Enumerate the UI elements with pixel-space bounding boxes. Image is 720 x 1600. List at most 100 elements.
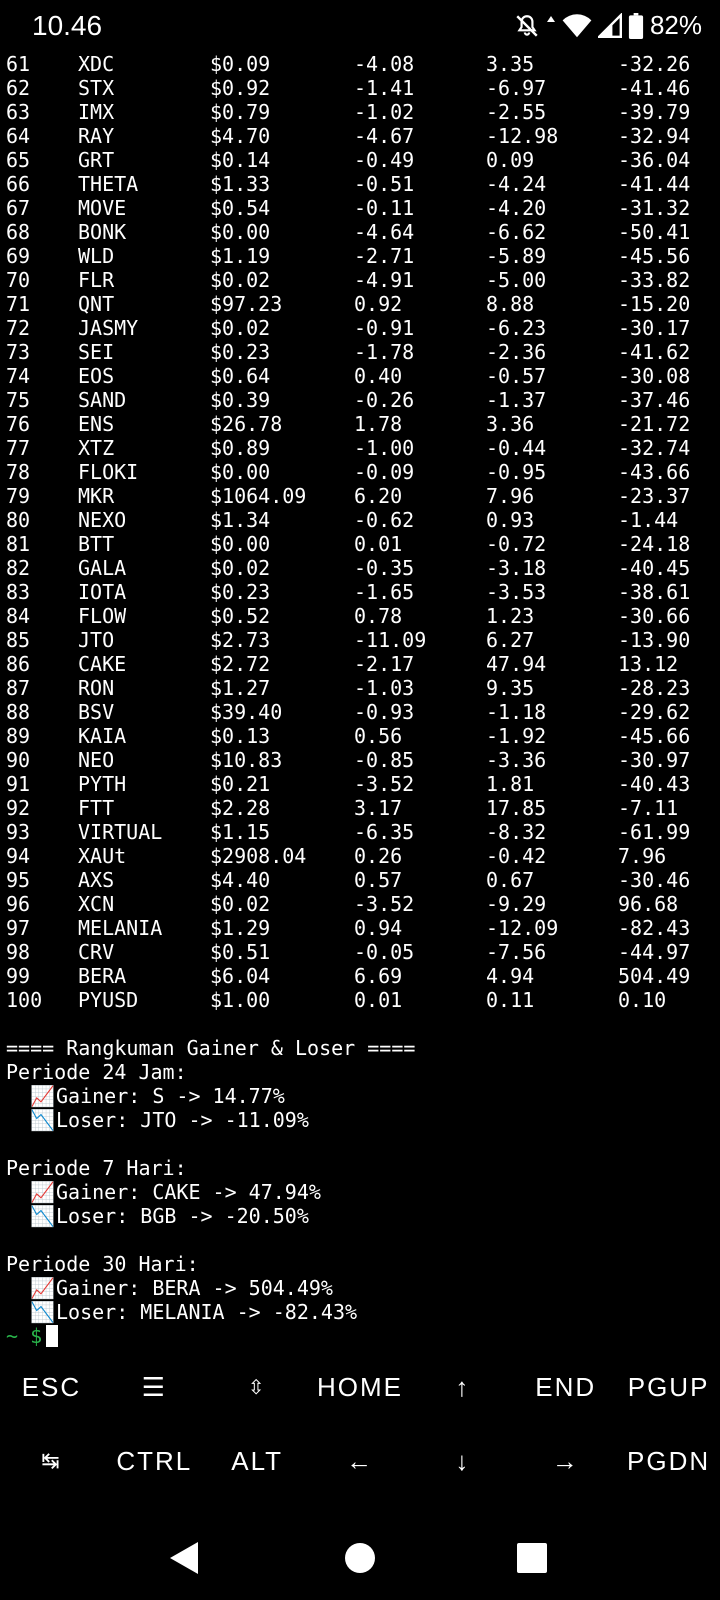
recents-icon[interactable]	[512, 1538, 552, 1578]
menu-key[interactable]: ☰	[103, 1350, 206, 1424]
change-7d-cell: -0.95	[486, 460, 547, 484]
rank-cell: 79	[6, 484, 31, 508]
change-24h-cell: 0.01	[354, 988, 403, 1012]
alt-key[interactable]: ALT	[206, 1424, 309, 1498]
change-7d-cell: 17.85	[486, 796, 547, 820]
table-row: 82 GALA $0.02 -0.35 -3.18 -40.45	[0, 556, 720, 580]
change-24h-cell: -6.35	[354, 820, 415, 844]
price-cell: $0.14	[210, 148, 271, 172]
arrow-up-key[interactable]: ↑	[411, 1350, 514, 1424]
table-row: 83 IOTA $0.23 -1.65 -3.53 -38.61	[0, 580, 720, 604]
terminal-output[interactable]: 61 XDC $0.09 -4.08 3.35 -32.26 62 STX $0.92 -1.41…	[0, 52, 720, 1348]
price-cell: $1.27	[210, 676, 271, 700]
pgup-key[interactable]: PGUP	[617, 1350, 720, 1424]
symbol-cell: GRT	[78, 148, 115, 172]
crypto-table: 61 XDC $0.09 -4.08 3.35 -32.26 62 STX $0.92 -1.41…	[0, 52, 720, 1012]
price-cell: $0.13	[210, 724, 271, 748]
change-30d-cell: -44.97	[618, 940, 691, 964]
ctrl-key[interactable]: CTRL	[103, 1424, 206, 1498]
change-24h-cell: -1.65	[354, 580, 415, 604]
change-24h-cell: -2.17	[354, 652, 415, 676]
table-row: 87 RON $1.27 -1.03 9.35 -28.23	[0, 676, 720, 700]
change-30d-cell: -7.11	[618, 796, 679, 820]
price-cell: $0.54	[210, 196, 271, 220]
price-cell: $0.02	[210, 556, 271, 580]
change-30d-cell: -43.66	[618, 460, 691, 484]
change-7d-cell: -1.37	[486, 388, 547, 412]
price-cell: $0.39	[210, 388, 271, 412]
change-30d-cell: -61.99	[618, 820, 691, 844]
change-24h-cell: 6.20	[354, 484, 403, 508]
symbol-cell: GALA	[78, 556, 127, 580]
price-cell: $97.23	[210, 292, 283, 316]
price-cell: $0.92	[210, 76, 271, 100]
rank-cell: 95	[6, 868, 31, 892]
change-30d-cell: 504.49	[618, 964, 691, 988]
arrow-left-key[interactable]: ←	[309, 1424, 412, 1498]
chart-increasing-icon: 📈	[30, 1084, 55, 1108]
change-7d-cell: 47.94	[486, 652, 547, 676]
price-cell: $0.02	[210, 892, 271, 916]
price-cell: $0.21	[210, 772, 271, 796]
price-cell: $0.64	[210, 364, 271, 388]
chart-increasing-icon: 📈	[30, 1276, 55, 1300]
rank-cell: 83	[6, 580, 31, 604]
change-30d-cell: -32.94	[618, 124, 691, 148]
navigation-bar	[0, 1520, 720, 1600]
rank-cell: 98	[6, 940, 31, 964]
change-24h-cell: -4.91	[354, 268, 415, 292]
mute-icon	[516, 14, 538, 37]
change-24h-cell: 3.17	[354, 796, 403, 820]
change-24h-cell: -4.67	[354, 124, 415, 148]
symbol-cell: KAIA	[78, 724, 127, 748]
change-24h-cell: 0.92	[354, 292, 403, 316]
expand-key[interactable]: ⇳	[206, 1350, 309, 1424]
price-cell: $0.02	[210, 316, 271, 340]
rank-cell: 74	[6, 364, 31, 388]
change-30d-cell: -30.66	[618, 604, 691, 628]
end-key[interactable]: END	[514, 1350, 617, 1424]
table-row: 75 SAND $0.39 -0.26 -1.37 -37.46	[0, 388, 720, 412]
table-row: 67 MOVE $0.54 -0.11 -4.20 -31.32	[0, 196, 720, 220]
change-24h-cell: 0.94	[354, 916, 403, 940]
table-row: 80 NEXO $1.34 -0.62 0.93 -1.44	[0, 508, 720, 532]
change-30d-cell: 7.96	[618, 844, 667, 868]
arrow-down-key[interactable]: ↓	[411, 1424, 514, 1498]
pgdn-key[interactable]: PGDN	[617, 1424, 720, 1498]
price-cell: $0.00	[210, 532, 271, 556]
change-7d-cell: 4.94	[486, 964, 535, 988]
battery-icon	[628, 12, 644, 39]
price-cell: $0.23	[210, 580, 271, 604]
rank-cell: 61	[6, 52, 31, 76]
chart-decreasing-icon: 📉	[30, 1108, 55, 1132]
prompt-tilde: ~	[6, 1324, 19, 1348]
change-7d-cell: -4.20	[486, 196, 547, 220]
change-24h-cell: -1.00	[354, 436, 415, 460]
change-24h-cell: 0.01	[354, 532, 403, 556]
change-7d-cell: -2.36	[486, 340, 547, 364]
change-24h-cell: -0.09	[354, 460, 415, 484]
price-cell: $1.19	[210, 244, 271, 268]
back-icon[interactable]	[164, 1538, 204, 1578]
esc-key[interactable]: ESC	[0, 1350, 103, 1424]
change-7d-cell: 0.11	[486, 988, 535, 1012]
price-cell: $4.70	[210, 124, 271, 148]
chart-decreasing-icon: 📉	[30, 1204, 55, 1228]
home-icon[interactable]	[340, 1538, 380, 1578]
change-30d-cell: -30.17	[618, 316, 691, 340]
tab-key[interactable]: ↹	[0, 1424, 103, 1498]
shell-prompt[interactable]: ~ $	[0, 1324, 720, 1348]
home-key[interactable]: HOME	[309, 1350, 412, 1424]
arrow-right-key[interactable]: →	[514, 1424, 617, 1498]
symbol-cell: NEO	[78, 748, 115, 772]
change-7d-cell: -5.89	[486, 244, 547, 268]
change-24h-cell: 0.26	[354, 844, 403, 868]
price-cell: $1.29	[210, 916, 271, 940]
table-row: 85 JTO $2.73 -11.09 6.27 -13.90	[0, 628, 720, 652]
change-24h-cell: -0.62	[354, 508, 415, 532]
change-24h-cell: -0.51	[354, 172, 415, 196]
change-30d-cell: -24.18	[618, 532, 691, 556]
symbol-cell: VIRTUAL	[78, 820, 163, 844]
table-row: 72 JASMY $0.02 -0.91 -6.23 -30.17	[0, 316, 720, 340]
